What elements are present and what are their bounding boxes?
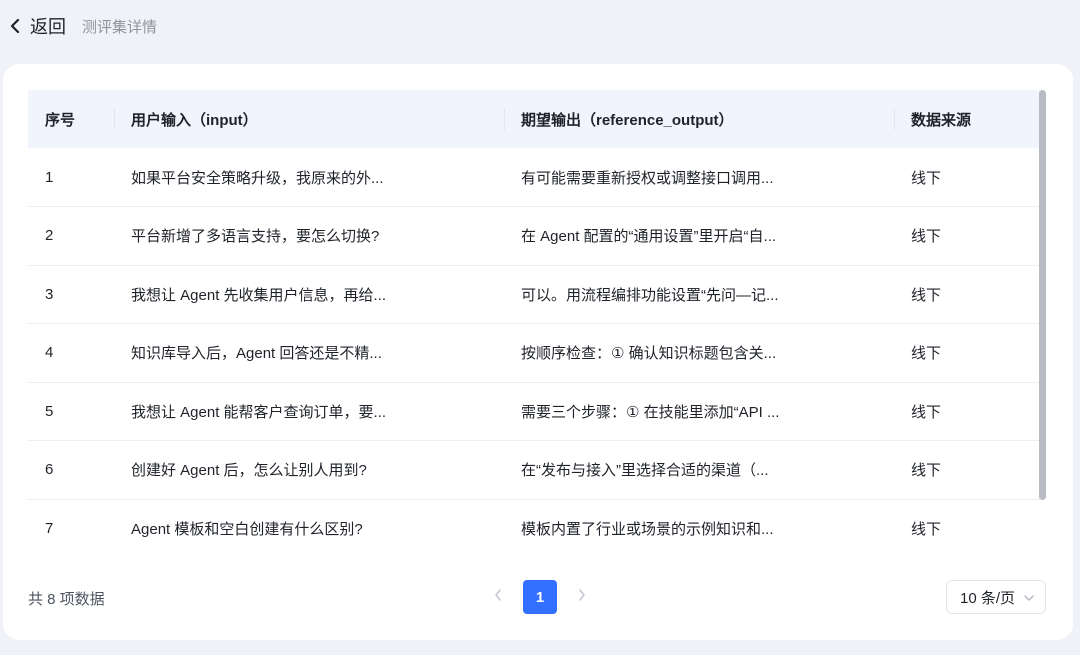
cell-input: 我想让 Agent 能帮客户查询订单，要... <box>131 403 387 421</box>
cell-index: 7 <box>45 520 54 537</box>
cell-source: 线下 <box>911 521 942 538</box>
table-row[interactable]: 1 如果平台安全策略升级，我原来的外... 有可能需要重新授权或调整接口调用..… <box>28 148 1040 207</box>
total-count: 共 8 项数据 <box>28 591 105 608</box>
page-number-button[interactable]: 1 <box>523 580 557 614</box>
column-header-index: 序号 <box>45 111 76 129</box>
table-row[interactable]: 2 平台新增了多语言支持，要怎么切换? 在 Agent 配置的“通用设置”里开启… <box>28 207 1040 265</box>
table-row[interactable]: 5 我想让 Agent 能帮客户查询订单，要... 需要三个步骤：① 在技能里添… <box>28 382 1040 441</box>
dataset-table: 序号 用户输入（input） 期望输出（reference_output） 数据… <box>28 90 1040 550</box>
cell-reference-output: 需要三个步骤：① 在技能里添加“API ... <box>521 403 780 421</box>
cell-source: 线下 <box>911 228 942 246</box>
cell-source: 线下 <box>911 462 942 480</box>
cell-source: 线下 <box>911 345 942 363</box>
chevron-down-icon <box>1023 591 1035 608</box>
page-size-select[interactable]: 10 条/页 <box>946 580 1046 614</box>
back-button[interactable]: 返回 <box>8 13 66 39</box>
cell-reference-output: 可以。用流程编排功能设置“先问—记... <box>521 286 779 304</box>
back-label: 返回 <box>30 17 66 37</box>
page-size-label: 10 条/页 <box>960 589 1016 607</box>
cell-source: 线下 <box>911 403 942 421</box>
cell-input: 如果平台安全策略升级，我原来的外... <box>131 169 384 187</box>
table-row[interactable]: 3 我想让 Agent 先收集用户信息，再给... 可以。用流程编排功能设置“先… <box>28 265 1040 324</box>
cell-index: 2 <box>45 227 54 245</box>
chevron-left-icon <box>8 19 22 33</box>
cell-reference-output: 有可能需要重新授权或调整接口调用... <box>521 169 774 187</box>
dataset-table-container: 序号 用户输入（input） 期望输出（reference_output） 数据… <box>28 90 1040 550</box>
cell-input: 创建好 Agent 后，怎么让别人用到? <box>131 462 367 480</box>
cell-index: 5 <box>45 402 54 420</box>
pagination: 1 <box>481 580 599 614</box>
cell-input: 知识库导入后，Agent 回答还是不精... <box>131 345 382 363</box>
cell-reference-output: 在“发布与接入”里选择合适的渠道（... <box>521 462 769 480</box>
table-header-row: 序号 用户输入（input） 期望输出（reference_output） 数据… <box>28 90 1040 148</box>
cell-reference-output: 在 Agent 配置的“通用设置”里开启“自... <box>521 228 777 246</box>
cell-index: 1 <box>45 168 54 186</box>
cell-input: 平台新增了多语言支持，要怎么切换? <box>131 228 380 246</box>
column-header-reference-output: 期望输出（reference_output） <box>504 90 894 148</box>
cell-source: 线下 <box>911 286 942 304</box>
column-header-input: 用户输入（input） <box>114 90 504 148</box>
page-title: 测评集详情 <box>82 18 158 36</box>
chevron-left-icon <box>494 588 502 606</box>
column-header-source: 数据来源 <box>894 90 1040 148</box>
table-row[interactable]: 7 Agent 模板和空白创建有什么区别? 模板内置了行业或场景的示例知识和..… <box>28 499 1040 550</box>
dataset-card: 序号 用户输入（input） 期望输出（reference_output） 数据… <box>3 64 1073 640</box>
next-page-button[interactable] <box>565 580 599 614</box>
prev-page-button[interactable] <box>481 580 515 614</box>
cell-input: Agent 模板和空白创建有什么区别? <box>131 521 363 538</box>
table-scrollbar[interactable] <box>1039 90 1046 500</box>
cell-index: 6 <box>45 461 54 479</box>
cell-index: 3 <box>45 285 54 303</box>
cell-source: 线下 <box>911 169 942 187</box>
cell-index: 4 <box>45 344 54 362</box>
chevron-right-icon <box>578 588 586 606</box>
cell-reference-output: 按顺序检查：① 确认知识标题包含关... <box>521 345 777 363</box>
top-bar: 返回 测评集详情 <box>0 0 1080 52</box>
table-row[interactable]: 4 知识库导入后，Agent 回答还是不精... 按顺序检查：① 确认知识标题包… <box>28 324 1040 382</box>
table-row[interactable]: 6 创建好 Agent 后，怎么让别人用到? 在“发布与接入”里选择合适的渠道（… <box>28 441 1040 499</box>
cell-reference-output: 模板内置了行业或场景的示例知识和... <box>521 521 774 538</box>
cell-input: 我想让 Agent 先收集用户信息，再给... <box>131 286 387 304</box>
